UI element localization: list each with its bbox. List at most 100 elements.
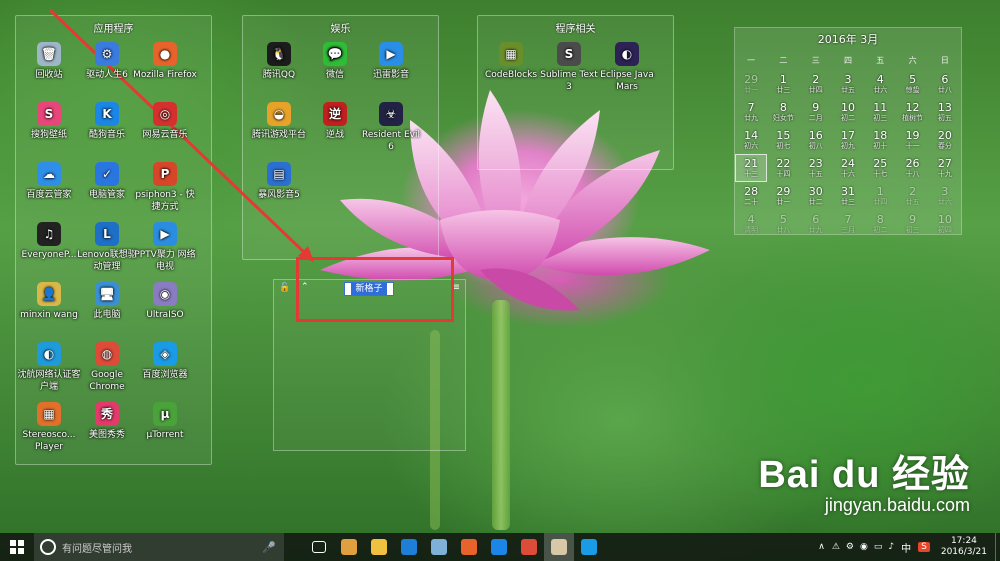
- desktop-shortcut[interactable]: K 酷狗音乐: [75, 102, 139, 141]
- taskbar-app-fences[interactable]: [334, 533, 364, 561]
- desktop-shortcut[interactable]: ▶ 迅雷影音: [359, 42, 423, 81]
- sublime-icon: S: [557, 42, 581, 66]
- task-view-button[interactable]: [304, 533, 334, 561]
- desktop-shortcut[interactable]: 秀美图秀秀: [75, 402, 139, 441]
- taskbar-app-active[interactable]: [544, 533, 574, 561]
- shortcut-label: 迅雷影音: [372, 70, 409, 80]
- shortcut-label: Mozilla Firefox: [133, 70, 197, 80]
- shortcut-label: Stereosco... Player: [22, 430, 76, 452]
- shield-icon: ✓: [95, 162, 119, 186]
- desktop-shortcut[interactable]: ◐ 沈航网络认证客户端: [17, 342, 81, 393]
- show-desktop-button[interactable]: [995, 533, 1000, 561]
- start-button[interactable]: [0, 533, 34, 561]
- desktop-shortcut[interactable]: ▦ CodeBlocks: [479, 42, 543, 81]
- taskbar-chrome[interactable]: [514, 533, 544, 561]
- desktop-shortcut[interactable]: ✓ 电脑管家: [75, 162, 139, 201]
- shortcut-label: UltraISO: [146, 310, 184, 320]
- desktop-shortcut[interactable]: ♫ EveryoneP...: [17, 222, 81, 261]
- network-client-icon: ◐: [37, 342, 61, 366]
- shortcut-label: 搜狗壁纸: [30, 130, 67, 140]
- baidu-watermark: Bai du 经验 jingyan.baidu.com: [758, 455, 970, 515]
- computer-icon: 🖥: [95, 282, 119, 306]
- taskbar-baidu-browser[interactable]: [574, 533, 604, 561]
- shortcut-label: 沈航网络认证客户端: [17, 370, 81, 392]
- shortcut-label: 回收站: [35, 70, 63, 80]
- desktop-shortcut[interactable]: ▤ 暴风影音5: [247, 162, 311, 201]
- taskbar-file-explorer[interactable]: [364, 533, 394, 561]
- shortcut-label: Eclipse Java Mars: [600, 70, 654, 92]
- desktop-shortcut[interactable]: ◈ 百度浏览器: [133, 342, 197, 381]
- baofeng-icon: ▤: [267, 162, 291, 186]
- codeblocks-icon: ▦: [499, 42, 523, 66]
- tray-meitu-icon[interactable]: ◉: [860, 542, 868, 552]
- network-icon[interactable]: ▭: [874, 542, 883, 552]
- desktop-shortcut[interactable]: ◎ 网易云音乐: [133, 102, 197, 141]
- taskbar-chrome-icon: [521, 539, 537, 555]
- taskbar: 有问题尽管问我 🎤 ∧ ⚠ ⚙ ◉ ▭ ♪ 中 S 17:24 2016/3/2…: [0, 533, 1000, 561]
- desktop-shortcut[interactable]: 🖥 此电脑: [75, 282, 139, 321]
- nizhan-icon: 逆: [323, 102, 347, 126]
- pptv-icon: ▶: [153, 222, 177, 246]
- desktop-shortcut[interactable]: 👤 minxin wang: [17, 282, 81, 321]
- volume-icon[interactable]: ♪: [888, 542, 894, 552]
- desktop-shortcut[interactable]: µ µTorrent: [133, 402, 197, 441]
- cortana-icon: [40, 539, 56, 555]
- shortcut-label: 驱动人生6: [86, 70, 128, 80]
- desktop-shortcut[interactable]: Ppsiphon3 - 快捷方式: [133, 162, 197, 213]
- desktop-shortcut[interactable]: ◐ Eclipse Java Mars: [595, 42, 659, 93]
- shortcut-label: 暴风影音5: [258, 190, 300, 200]
- desktop-shortcut[interactable]: ▶ PPTV聚力 网络电视: [133, 222, 197, 273]
- desktop-shortcut[interactable]: ☣ Resident Evil 6: [359, 102, 423, 153]
- desktop-shortcut[interactable]: ▦ Stereosco... Player: [17, 402, 81, 453]
- desktop-shortcut[interactable]: 🗑 回收站: [17, 42, 81, 81]
- desktop-shortcut[interactable]: ◉ UltraISO: [133, 282, 197, 321]
- desktop-shortcut[interactable]: ☁ 百度云管家: [17, 162, 81, 201]
- tray-app-2-icon[interactable]: ⚙: [846, 542, 854, 552]
- shortcut-label: 电脑管家: [88, 190, 125, 200]
- taskbar-baidu-browser-icon: [581, 539, 597, 555]
- taskbar-kugou-icon: [491, 539, 507, 555]
- desktop-shortcut[interactable]: ● Mozilla Firefox: [133, 42, 197, 81]
- tray-expand-icon[interactable]: ∧: [818, 542, 825, 552]
- tray-app-icon[interactable]: ⚠: [832, 542, 840, 552]
- taskbar-firefox[interactable]: [454, 533, 484, 561]
- microphone-icon[interactable]: 🎤: [262, 541, 276, 554]
- taskbar-firefox-icon: [461, 539, 477, 555]
- watermark-url: jingyan.baidu.com: [824, 495, 970, 515]
- cortana-search[interactable]: 有问题尽管问我 🎤: [34, 533, 284, 561]
- shortcut-label: 腾讯游戏平台: [251, 130, 306, 140]
- netease-music-icon: ◎: [153, 102, 177, 126]
- clock[interactable]: 17:24 2016/3/21: [941, 536, 987, 558]
- shortcut-label: 腾讯QQ: [262, 70, 296, 80]
- meitu-icon: 秀: [95, 402, 119, 426]
- recycle-bin-icon: 🗑: [37, 42, 61, 66]
- taskbar-file-explorer-icon: [371, 539, 387, 555]
- desktop-shortcut[interactable]: ◍ Google Chrome: [75, 342, 139, 393]
- wechat-icon: 💬: [323, 42, 347, 66]
- clock-date: 2016/3/21: [940, 547, 987, 557]
- desktop-shortcut[interactable]: S Sublime Text 3: [537, 42, 601, 93]
- ime-indicator[interactable]: 中: [901, 540, 911, 555]
- shortcut-label: Google Chrome: [89, 370, 125, 392]
- taskbar-kugou[interactable]: [484, 533, 514, 561]
- baidu-browser-icon: ◈: [153, 342, 177, 366]
- desktop-shortcut[interactable]: S 搜狗壁纸: [17, 102, 81, 141]
- sogou-ime-icon[interactable]: S: [918, 542, 930, 552]
- system-tray: ∧ ⚠ ⚙ ◉ ▭ ♪ 中 S 17:24 2016/3/21: [814, 533, 1000, 561]
- shortcut-label: minxin wang: [20, 310, 78, 320]
- watermark-brand: Bai du 经验: [758, 454, 970, 496]
- desktop-shortcut[interactable]: L Lenovo联想驱动管理: [75, 222, 139, 273]
- shortcut-label: Resident Evil 6: [362, 130, 420, 152]
- taskbar-app-2[interactable]: [424, 533, 454, 561]
- desktop-shortcut[interactable]: 逆逆战: [303, 102, 367, 141]
- shortcut-label: 百度浏览器: [142, 370, 188, 380]
- desktop-shortcut[interactable]: ◒ 腾讯游戏平台: [247, 102, 311, 141]
- desktop-shortcut[interactable]: 🐧 腾讯QQ: [247, 42, 311, 81]
- gear-icon: ⚙: [95, 42, 119, 66]
- desktop-shortcut[interactable]: 💬 微信: [303, 42, 367, 81]
- psiphon-icon: P: [153, 162, 177, 186]
- taskbar-edge[interactable]: [394, 533, 424, 561]
- kugou-icon: K: [95, 102, 119, 126]
- desktop-shortcut[interactable]: ⚙ 驱动人生6: [75, 42, 139, 81]
- qq-icon: 🐧: [267, 42, 291, 66]
